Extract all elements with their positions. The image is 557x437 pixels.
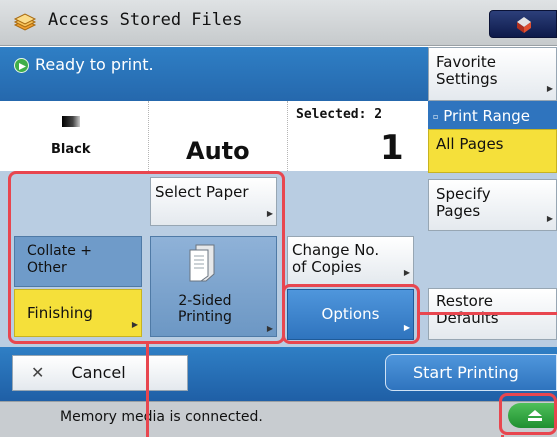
highlight-box: [8, 171, 285, 344]
restore-line1: Restore: [436, 292, 493, 310]
specify-pages-button[interactable]: Specify Pages ▶: [428, 179, 557, 231]
home-icon: [517, 17, 531, 33]
chevron-right-icon: ▶: [546, 214, 553, 223]
window-title: Access Stored Files: [48, 10, 243, 30]
favorite-line2: Settings: [436, 70, 498, 88]
favorite-settings-button[interactable]: Favorite Settings ▶: [428, 47, 557, 101]
divider: [287, 101, 288, 171]
change-copies-line2: of Copies: [292, 258, 362, 276]
highlight-box: [282, 284, 420, 344]
start-printing-label: Start Printing: [413, 363, 519, 382]
square-bullet-icon: ▫: [433, 112, 439, 121]
callout-line: [146, 344, 149, 437]
specify-line1: Specify: [436, 185, 491, 203]
print-range-label: Print Range: [443, 107, 531, 125]
favorite-line1: Favorite: [436, 53, 496, 71]
change-copies-button[interactable]: Change No. of Copies ▶: [287, 236, 414, 285]
change-copies-line1: Change No.: [292, 241, 380, 259]
folder-stack-icon: [12, 11, 38, 35]
all-pages-label: All Pages: [436, 135, 504, 153]
color-mode-swatch-icon: [62, 116, 80, 127]
print-range-header: ▫ Print Range: [428, 101, 557, 129]
close-icon: ✕: [31, 363, 45, 382]
footer-message: Memory media is connected.: [60, 409, 263, 425]
status-message: Ready to print.: [35, 55, 154, 74]
selected-count: Selected: 2: [296, 107, 383, 122]
specify-line2: Pages: [436, 202, 481, 220]
home-button[interactable]: [489, 10, 557, 38]
all-pages-button[interactable]: All Pages: [428, 129, 557, 173]
start-printing-button[interactable]: Start Printing: [385, 354, 557, 391]
divider: [148, 101, 149, 171]
highlight-box: [499, 393, 557, 435]
copies-value: 1: [380, 128, 404, 168]
ready-status-icon: [14, 58, 29, 73]
cancel-button[interactable]: ✕ Cancel: [12, 355, 188, 391]
chevron-right-icon: ▶: [403, 268, 410, 277]
callout-line: [420, 312, 557, 315]
color-mode-label: Black: [51, 142, 91, 157]
paper-select-value: Auto: [186, 137, 250, 165]
cancel-label: Cancel: [71, 363, 126, 382]
chevron-right-icon: ▶: [546, 84, 553, 93]
